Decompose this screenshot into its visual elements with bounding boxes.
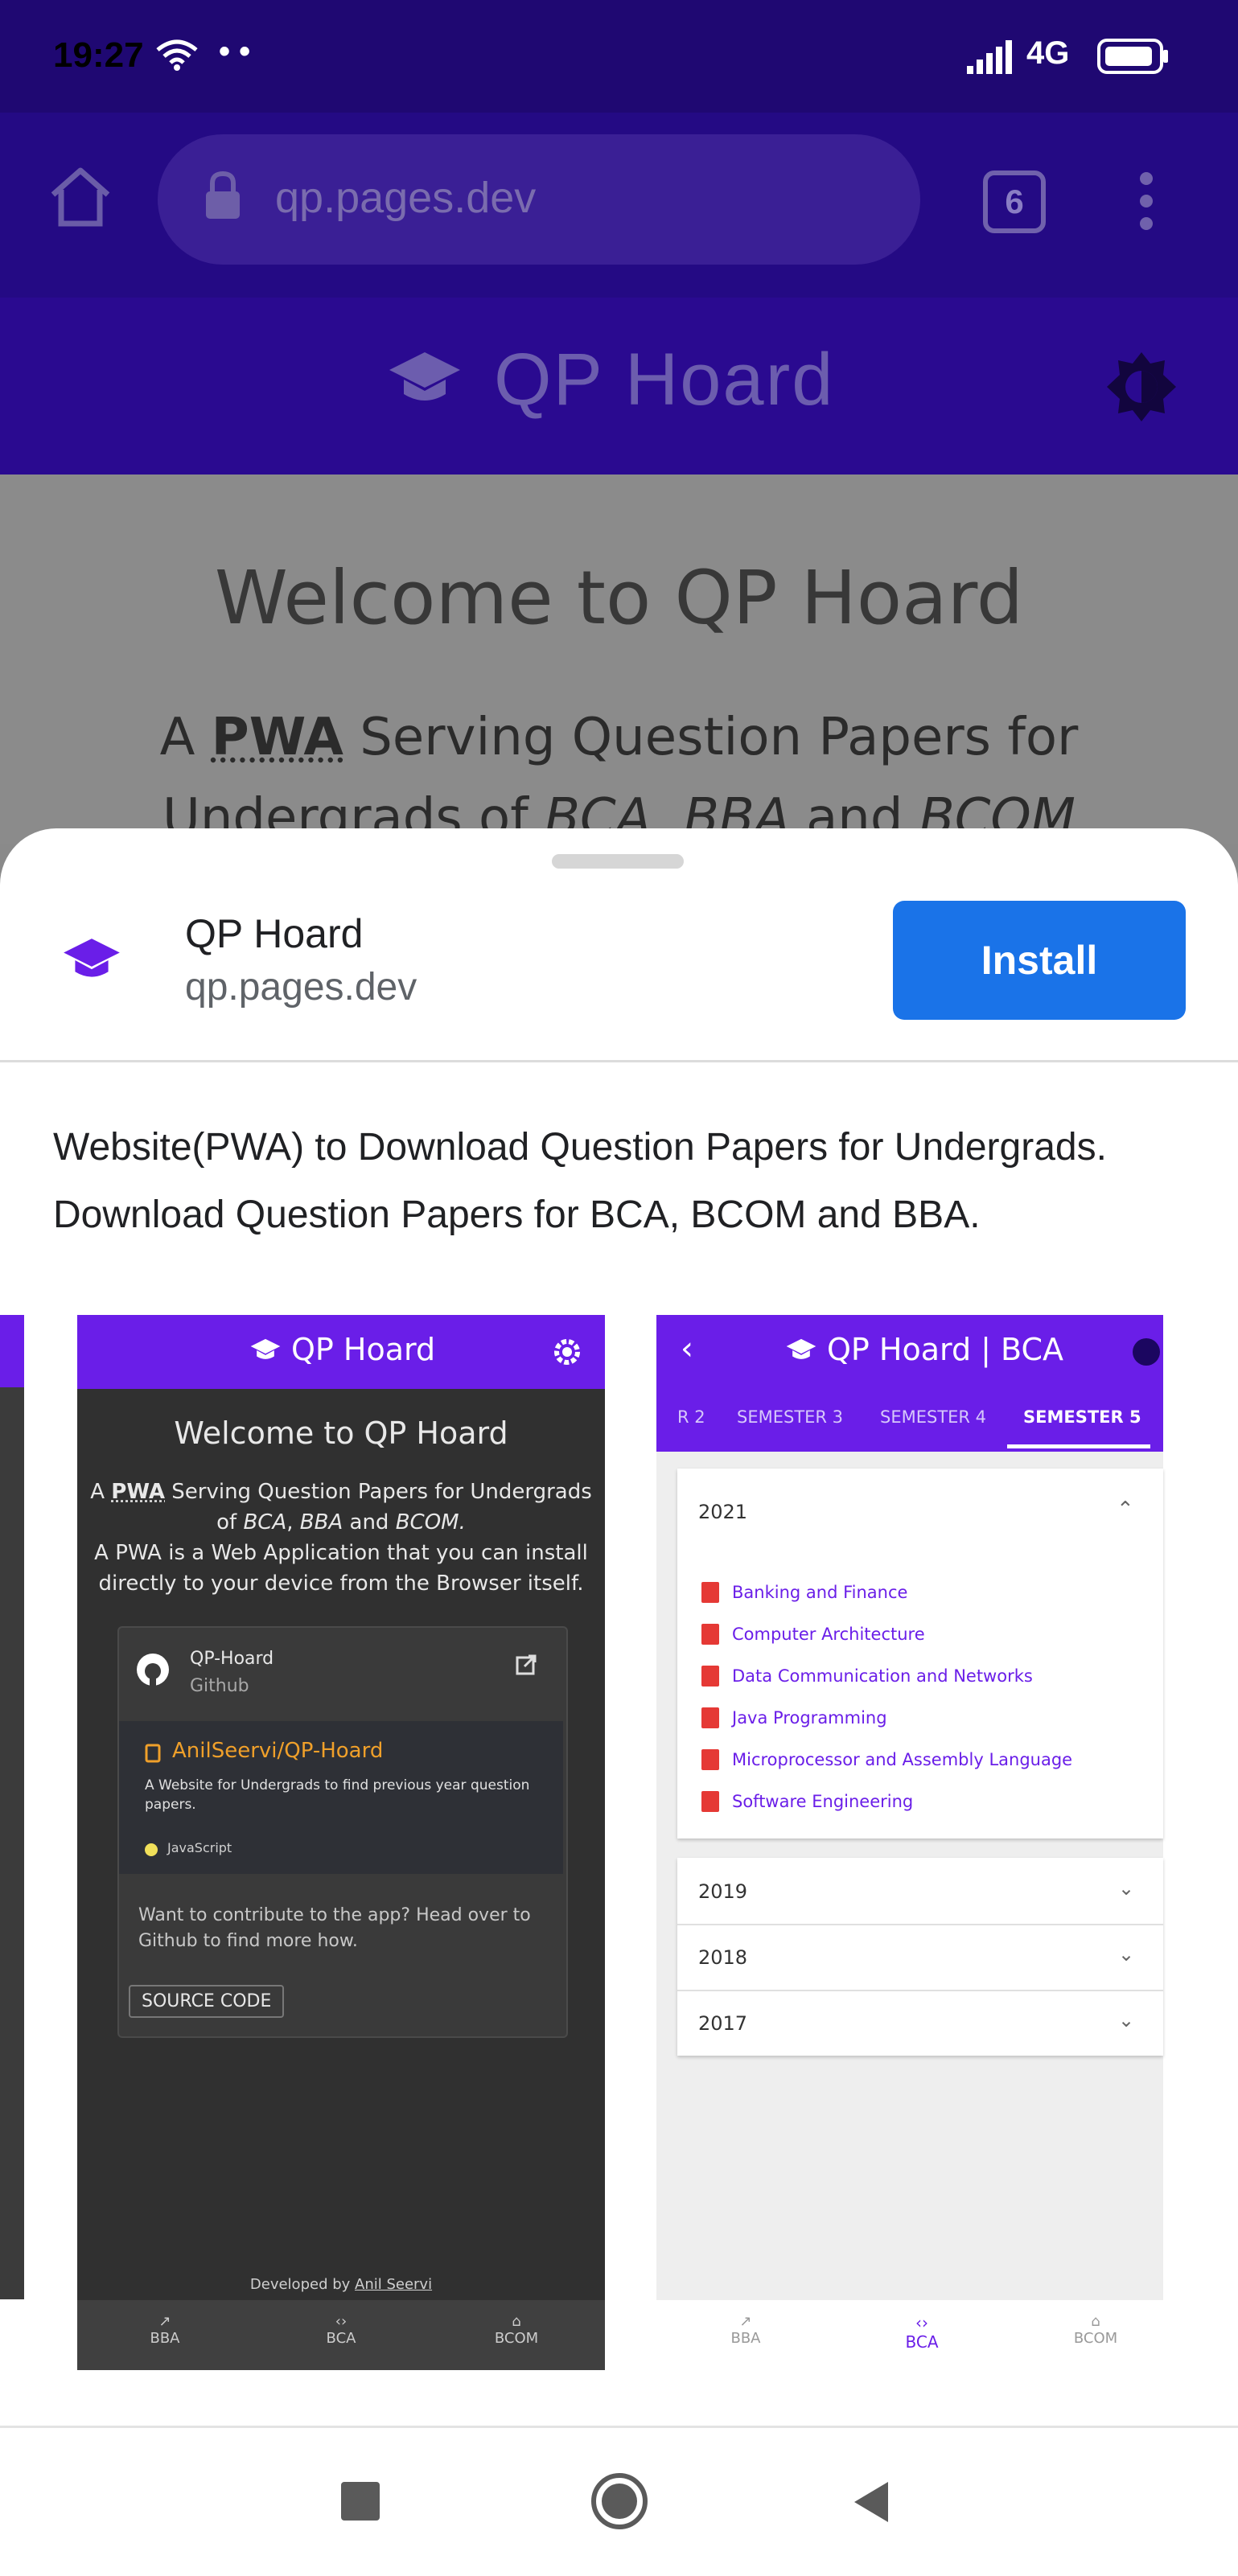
tagline: A PWA Serving Question Papers for [0, 708, 1238, 767]
year-2019[interactable]: 2019 [698, 1880, 747, 1903]
year-accordions [677, 1858, 1163, 2056]
nav-bcom: ⌂ BCOM [491, 2313, 542, 2347]
screenshot-previous[interactable] [0, 1315, 24, 2299]
tab-indicator [1007, 1444, 1150, 1448]
url-text[interactable]: qp.pages.dev [275, 173, 536, 223]
repo-language: JavaScript [167, 1840, 232, 1855]
home-button[interactable] [590, 2472, 648, 2534]
sheet-app-url: qp.pages.dev [185, 965, 417, 1009]
year-2017[interactable]: 2017 [698, 2012, 747, 2035]
pwa-abbr: PWA [212, 708, 343, 767]
pdf-icon [701, 1666, 719, 1687]
back-arrow-icon: ‹ [681, 1330, 693, 1367]
repo-icon [145, 1744, 162, 1769]
github-card-title: QP-Hoard [190, 1649, 274, 1669]
graduation-cap-icon [249, 1337, 282, 1368]
chevron-down-icon: ⌄ [1118, 2009, 1134, 2032]
tab-sem2: R 2 [677, 1407, 705, 1427]
screenshot-home-welcome: Welcome to QP Hoard [77, 1415, 605, 1451]
repo-description: A Website for Undergrads to find previou… [145, 1776, 547, 1814]
nav-bca-active: ‹› BCA [899, 2313, 944, 2352]
chevron-up-icon: ⌃ [1117, 1498, 1134, 1522]
screenshot-previous-header [0, 1315, 24, 1387]
pdf-icon [701, 1707, 719, 1728]
home-icon[interactable] [47, 164, 114, 232]
graduation-cap-icon [386, 347, 463, 416]
tab-sem5: SEMESTER 5 [1023, 1407, 1141, 1427]
pdf-icon [701, 1791, 719, 1812]
nav-bba: ↗ BBA [145, 2313, 185, 2347]
recents-button[interactable] [341, 2482, 380, 2521]
theme-icon [1133, 1338, 1160, 1366]
back-button[interactable] [851, 2480, 891, 2528]
language-dot [145, 1843, 158, 1856]
notification-dots: • • [219, 34, 250, 70]
source-code-button[interactable]: SOURCE CODE [129, 1985, 284, 2018]
pdf-icon [701, 1749, 719, 1770]
welcome-heading: Welcome to QP Hoard [0, 555, 1238, 641]
year-2018[interactable]: 2018 [698, 1946, 747, 1969]
tab-sem3: SEMESTER 3 [737, 1407, 843, 1427]
subject-item[interactable]: Microprocessor and Assembly Language [701, 1739, 1152, 1781]
settings-icon [552, 1337, 582, 1371]
lock-icon[interactable] [203, 171, 243, 224]
subject-item[interactable]: Computer Architecture [701, 1613, 1152, 1655]
status-time: 19:27 [53, 35, 144, 76]
address-bar[interactable] [158, 134, 920, 265]
tab-sem4: SEMESTER 4 [880, 1407, 986, 1427]
developed-by: Developed by Anil Seervi [77, 2276, 605, 2293]
battery-icon [1097, 39, 1170, 78]
divider [0, 1060, 1238, 1062]
network-type: 4G [1026, 35, 1069, 72]
overflow-menu-icon[interactable] [1134, 169, 1158, 237]
screenshot-home-intro: A PWA Serving Question Papers for Underg… [77, 1477, 605, 1599]
subject-item[interactable]: Software Engineering [701, 1781, 1152, 1822]
github-icon [135, 1652, 171, 1691]
tab-switcher-button[interactable]: 6 [983, 171, 1046, 233]
graduation-cap-icon [785, 1337, 817, 1368]
pdf-icon [701, 1624, 719, 1645]
chevron-down-icon: ⌄ [1118, 1877, 1134, 1900]
divider [677, 1990, 1163, 1991]
sheet-drag-handle[interactable] [552, 854, 684, 869]
app-title: QP Hoard [494, 338, 834, 422]
subject-list: Banking and Finance Computer Architectur… [701, 1571, 1152, 1822]
subject-item[interactable]: Banking and Finance [701, 1571, 1152, 1613]
wifi-icon [154, 39, 199, 75]
screenshot-bca-title: QP Hoard | BCA [827, 1332, 1063, 1367]
install-button[interactable]: Install [893, 901, 1186, 1020]
subject-item[interactable]: Java Programming [701, 1697, 1152, 1739]
external-link-icon[interactable] [515, 1654, 537, 1680]
sheet-app-name: QP Hoard [185, 910, 363, 957]
theme-toggle-icon[interactable] [1105, 351, 1178, 427]
nav-bba: ↗ BBA [726, 2313, 766, 2347]
subject-item[interactable]: Data Communication and Networks [701, 1655, 1152, 1697]
app-description: Website(PWA) to Download Question Papers… [53, 1114, 1195, 1249]
screenshot-home-title: QP Hoard [291, 1332, 435, 1367]
signal-icon [967, 39, 1012, 78]
nav-bca: ‹› BCA [321, 2313, 361, 2347]
nav-bcom: ⌂ BCOM [1070, 2313, 1121, 2347]
divider [677, 1924, 1163, 1925]
github-card-subtitle: Github [190, 1676, 249, 1696]
pdf-icon [701, 1582, 719, 1603]
contribute-text: Want to contribute to the app? Head over… [138, 1903, 549, 1954]
year-2021: 2021 [698, 1501, 747, 1523]
chevron-down-icon: ⌄ [1118, 1943, 1134, 1966]
repo-name[interactable]: AnilSeervi/QP-Hoard [172, 1739, 383, 1763]
app-icon [61, 935, 122, 990]
